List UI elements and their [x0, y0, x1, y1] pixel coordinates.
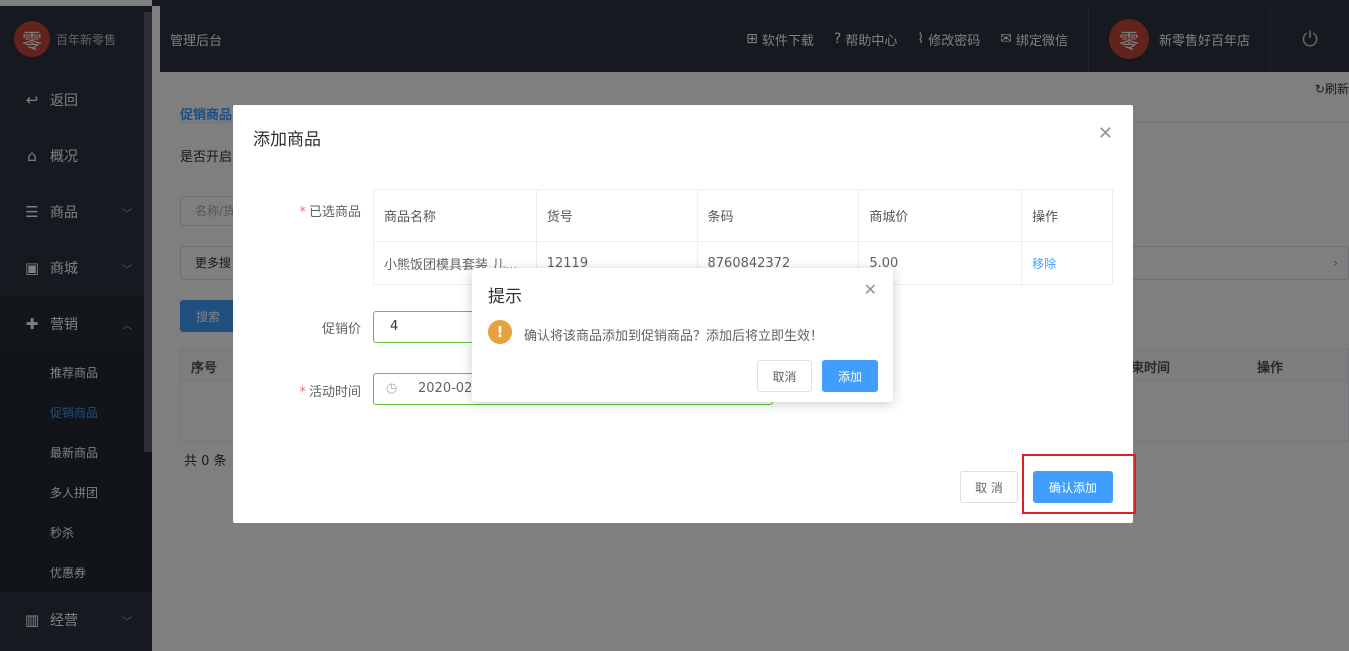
- table-header-row: 商品名称 货号 条码 商城价 操作: [373, 189, 1113, 242]
- message-add-button[interactable]: 添加: [822, 360, 878, 392]
- column-barcode: 条码: [696, 189, 860, 242]
- close-icon[interactable]: ✕: [864, 280, 877, 299]
- highlight-box: [1022, 454, 1136, 514]
- remove-link[interactable]: 移除: [1021, 241, 1113, 285]
- message-box-title: 提示: [488, 287, 522, 307]
- clock-icon: ◷: [386, 381, 398, 396]
- column-sku: 货号: [535, 189, 698, 242]
- column-name: 商品名称: [373, 189, 537, 242]
- dialog-title: 添加商品: [253, 130, 321, 150]
- required-mark: *: [299, 385, 306, 400]
- label-text: 已选商品: [308, 205, 361, 220]
- close-icon[interactable]: ✕: [1098, 123, 1113, 144]
- confirm-message-box: 提示 ✕ ! 确认将该商品添加到促销商品？添加后将立即生效！ 取消 添加: [472, 268, 893, 402]
- promo-price-label: 促销价: [321, 322, 361, 337]
- column-price: 商城价: [858, 189, 1023, 242]
- column-action: 操作: [1021, 189, 1113, 242]
- selected-goods-label: * 已选商品: [233, 201, 361, 220]
- warning-icon: !: [488, 320, 512, 344]
- activity-time-label: * 活动时间: [233, 381, 361, 400]
- message-text: 确认将该商品添加到促销商品？添加后将立即生效！: [524, 329, 824, 344]
- message-cancel-button[interactable]: 取消: [757, 360, 812, 392]
- label-text: 活动时间: [308, 385, 361, 400]
- required-mark: *: [299, 205, 306, 220]
- cancel-button[interactable]: 取 消: [960, 471, 1018, 503]
